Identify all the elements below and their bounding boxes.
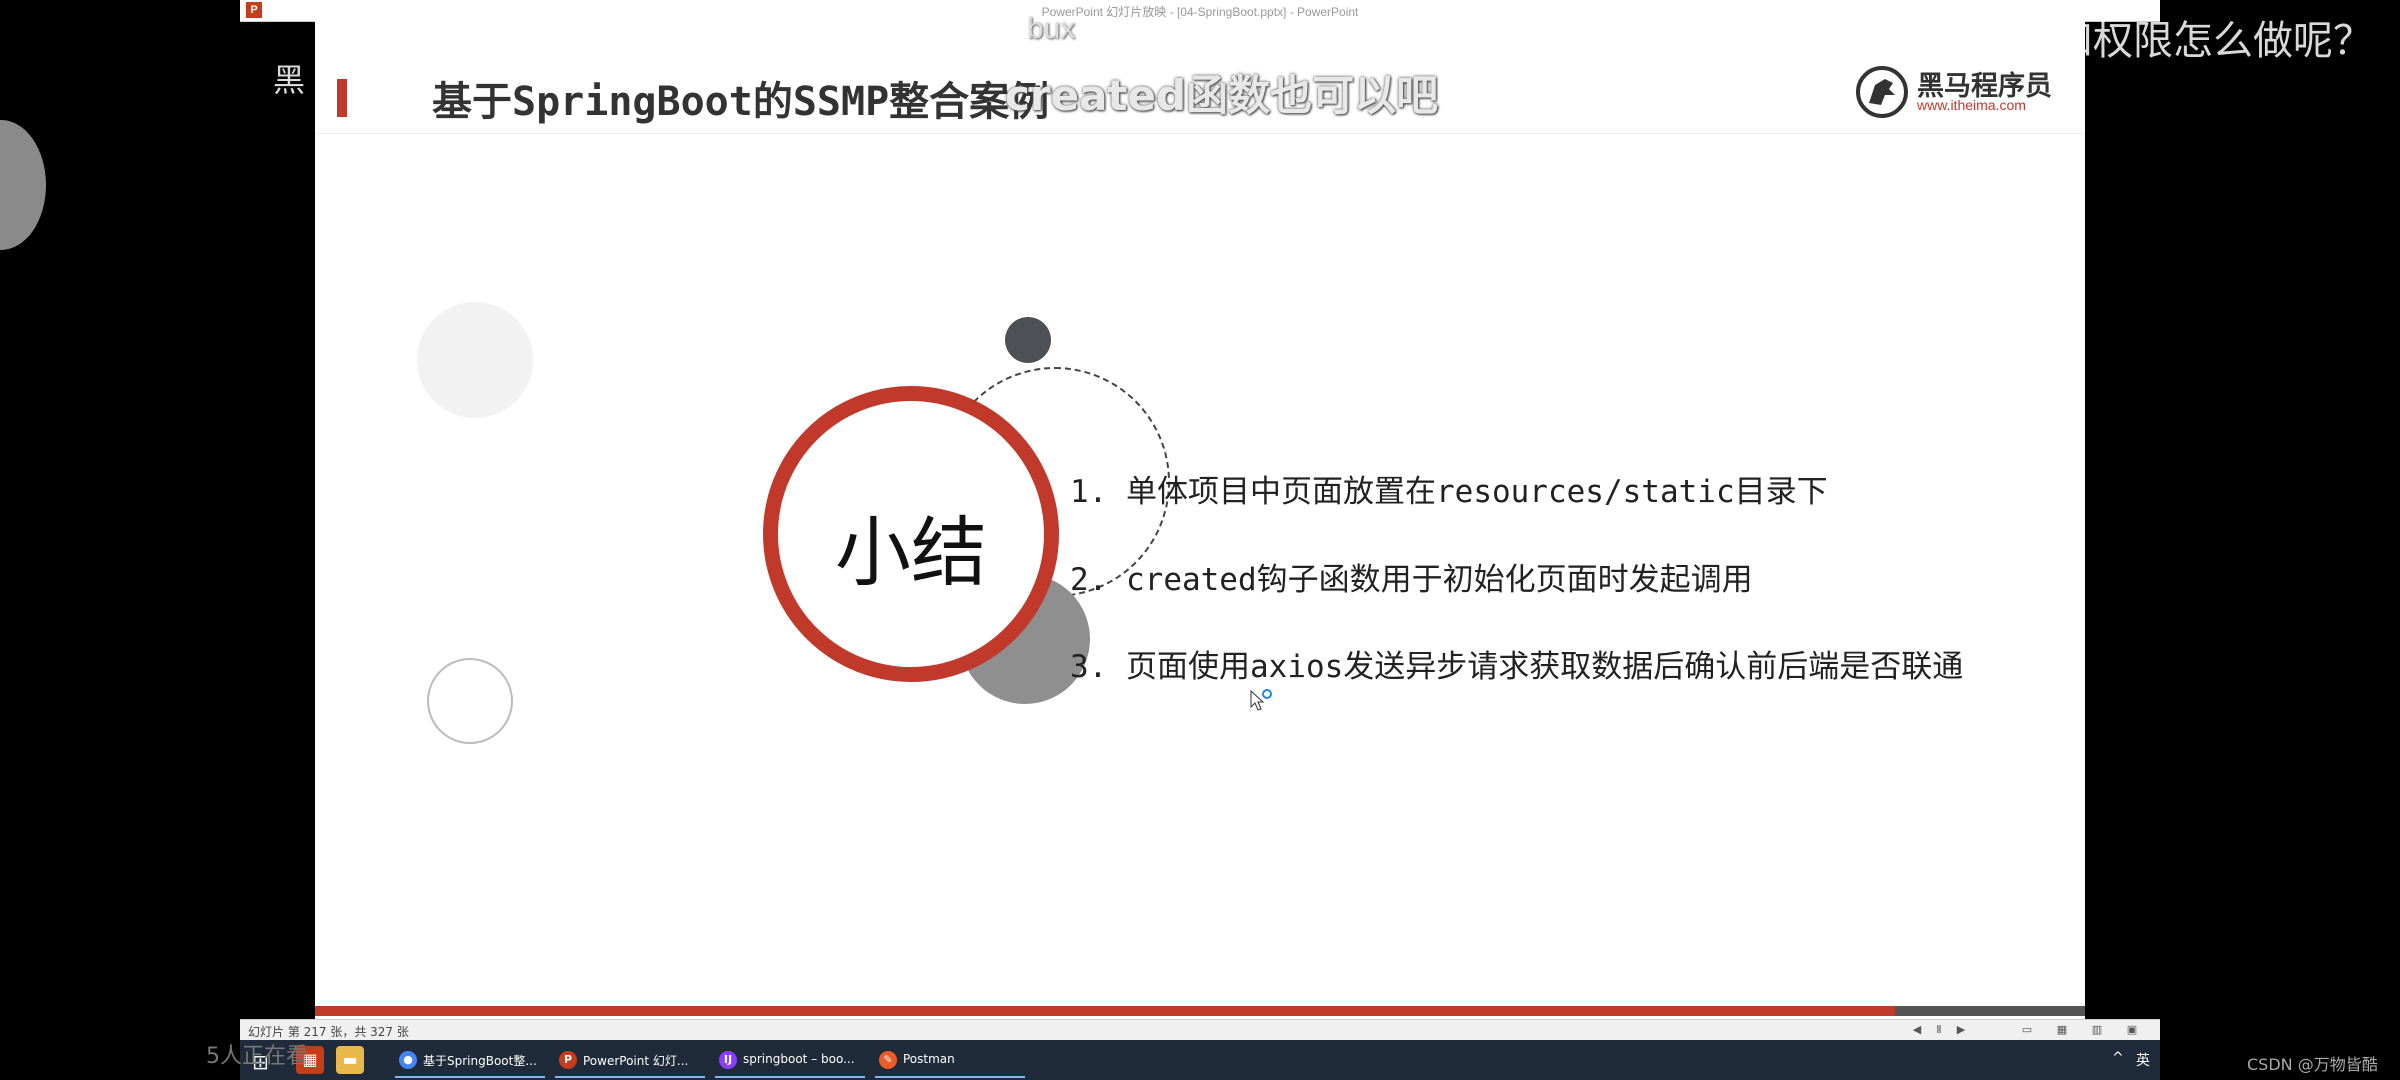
- taskbar-item-intellij[interactable]: IJ springboot – boo...: [715, 1044, 865, 1078]
- slide-sorter-icon[interactable]: ▦: [2055, 1023, 2069, 1037]
- watermark-left: 黑: [273, 61, 306, 99]
- decor-circle-light: [417, 302, 533, 418]
- taskbar-item-label: 基于SpringBoot整...: [423, 1054, 537, 1068]
- file-explorer-icon[interactable]: ▬: [336, 1046, 364, 1074]
- powerpoint-icon: P: [559, 1051, 577, 1069]
- pause-icon[interactable]: Ⅱ: [1932, 1023, 1946, 1037]
- taskbar-item-postman[interactable]: ✎ Postman: [875, 1044, 1025, 1078]
- next-slide-icon[interactable]: ▶: [1954, 1023, 1968, 1037]
- itheima-logo: 黑马程序员 www.itheima.com: [1855, 61, 2052, 118]
- overlay-bux-text: bux: [1027, 12, 1076, 45]
- taskbar-item-label: Postman: [903, 1052, 955, 1066]
- intellij-icon: IJ: [719, 1051, 737, 1069]
- slide-title: 基于SpringBoot的SSMP整合案例: [432, 79, 1050, 125]
- csdn-watermark: CSDN @万物皆酷: [2247, 1055, 2378, 1074]
- danmaku-subtitle: created函数也可以吧: [1005, 71, 1439, 120]
- input-method-indicator[interactable]: 英: [2136, 1050, 2150, 1070]
- summary-label: 小结: [835, 508, 987, 597]
- side-avatar: [0, 120, 46, 250]
- slideshow-view-icon[interactable]: ▣: [2125, 1023, 2139, 1037]
- postman-icon: ✎: [879, 1051, 897, 1069]
- logo-url: www.itheima.com: [1917, 97, 2026, 113]
- summary-point-3: 3. 页面使用axios发送异步请求获取数据后确认前后端是否联通: [1070, 649, 1964, 685]
- taskbar-item-powerpoint[interactable]: P PowerPoint 幻灯...: [555, 1044, 705, 1078]
- title-bar: P PowerPoint 幻灯片放映 - [04-SpringBoot.pptx…: [240, 0, 2160, 22]
- mouse-cursor-icon: [1250, 689, 1272, 711]
- taskbar-item-label: springboot – boo...: [743, 1052, 855, 1066]
- chrome-icon: ●: [399, 1051, 417, 1069]
- title-accent-bar: [337, 79, 347, 117]
- status-bar: 幻灯片 第 217 张，共 327 张 ◀ Ⅱ ▶ ▭ ▦ ▥ ▣: [240, 1019, 2160, 1040]
- taskbar-item-chrome[interactable]: ● 基于SpringBoot整...: [395, 1044, 545, 1078]
- viewer-count: 5人正在看: [206, 1044, 308, 1069]
- danmaku-question: 登录和权限怎么做呢？: [1973, 18, 2373, 64]
- decor-circle-outline: [427, 658, 513, 744]
- window-title: PowerPoint 幻灯片放映 - [04-SpringBoot.pptx] …: [1041, 5, 1359, 19]
- windows-taskbar: ⊞ ▦ ▬ ● 基于SpringBoot整... P PowerPoint 幻灯…: [240, 1040, 2160, 1080]
- tray-expand-icon[interactable]: ^: [2112, 1050, 2124, 1066]
- reading-view-icon[interactable]: ▥: [2090, 1023, 2104, 1037]
- decor-circle-dark: [1005, 317, 1051, 363]
- progress-remaining: [1895, 1006, 2085, 1016]
- summary-point-1: 1. 单体项目中页面放置在resources/static目录下: [1070, 474, 1828, 510]
- horse-logo-icon: [1856, 66, 1908, 118]
- slide[interactable]: 基于SpringBoot的SSMP整合案例 黑马程序员 www.itheima.…: [315, 21, 2085, 1019]
- slideshow-progress-bar: [315, 1006, 2085, 1016]
- prev-slide-icon[interactable]: ◀: [1910, 1023, 1924, 1037]
- normal-view-icon[interactable]: ▭: [2020, 1023, 2034, 1037]
- powerpoint-window: P PowerPoint 幻灯片放映 - [04-SpringBoot.pptx…: [240, 0, 2160, 1080]
- title-divider: [315, 133, 2085, 134]
- summary-circle: 小结: [763, 386, 1059, 682]
- taskbar-item-label: PowerPoint 幻灯...: [583, 1054, 689, 1068]
- summary-point-2: 2. created钩子函数用于初始化页面时发起调用: [1070, 562, 1753, 598]
